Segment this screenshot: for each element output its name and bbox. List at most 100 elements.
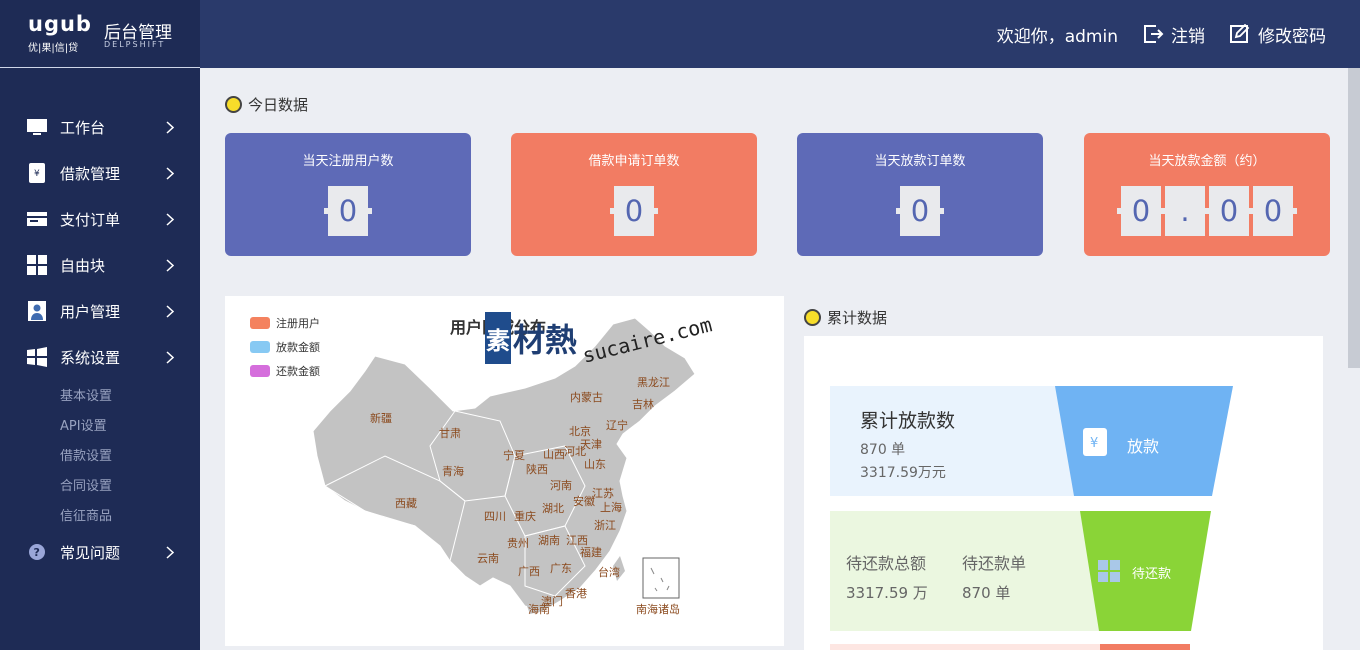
chevron-right-icon bbox=[166, 305, 174, 318]
chevron-right-icon bbox=[166, 546, 174, 559]
sidebar-item-payments[interactable]: 支付订单 bbox=[0, 201, 200, 237]
stat-card-disbursed-orders: 当天放款订单数 0 bbox=[797, 133, 1043, 256]
counter: 0 . 0 0 bbox=[1084, 186, 1330, 236]
help-icon: ? bbox=[29, 544, 45, 560]
sidebar-item-label: 自由块 bbox=[60, 257, 106, 275]
edit-icon bbox=[1230, 24, 1250, 43]
card-title: 当天放款订单数 bbox=[874, 154, 966, 169]
province-label: 香港 bbox=[565, 587, 587, 600]
counter: 0 bbox=[511, 186, 757, 236]
sidebar-item-settings[interactable]: 系统设置 bbox=[0, 339, 200, 375]
digit: . bbox=[1161, 186, 1209, 236]
welcome-text: 欢迎你，admin bbox=[996, 26, 1118, 47]
counter: 0 bbox=[797, 186, 1043, 236]
user-icon bbox=[28, 301, 46, 321]
province-label: 台湾 bbox=[598, 566, 620, 579]
repay-total-value: 3317.59 万 bbox=[846, 584, 928, 602]
stat-card-disbursed-amount: 当天放款金额（约） 0 . 0 0 bbox=[1084, 133, 1330, 256]
loan-total-amount: 3317.59万元 bbox=[860, 465, 946, 481]
sidebar-item-free-block[interactable]: 自由块 bbox=[0, 247, 200, 283]
sidebar-item-label: 借款管理 bbox=[60, 165, 121, 183]
province-label: 海南 bbox=[528, 603, 550, 616]
grid-icon bbox=[27, 255, 47, 275]
today-title: 今日数据 bbox=[248, 96, 309, 114]
province-label: 安徽 bbox=[573, 495, 595, 508]
province-label: 吉林 bbox=[632, 398, 654, 411]
repay-total-label: 待还款总额 bbox=[846, 554, 927, 573]
province-label: 湖南 bbox=[538, 534, 560, 547]
province-label: 浙江 bbox=[594, 519, 616, 532]
sidebar-item-label: 系统设置 bbox=[60, 349, 121, 367]
loan-total-count: 870 单 bbox=[860, 442, 906, 458]
sidebar-item-users[interactable]: 用户管理 bbox=[0, 293, 200, 329]
svg-text:¥: ¥ bbox=[34, 169, 40, 179]
province-label: 广西 bbox=[518, 565, 540, 578]
accum-section-title: 累计数据 bbox=[804, 307, 887, 328]
region-map-panel: 注册用户 放款金额 还款金额 黑龙江 内蒙古 吉林 新疆 辽宁 甘肃 北京 天津… bbox=[225, 296, 784, 646]
card-icon bbox=[27, 212, 47, 226]
logout-label: 注销 bbox=[1171, 26, 1205, 47]
province-label: 重庆 bbox=[514, 510, 536, 523]
logo-mark: ugub bbox=[28, 12, 92, 36]
sidebar-subitem-basic[interactable]: 基本设置 bbox=[60, 385, 112, 404]
top-bar: 欢迎你，admin 注销 修改密码 bbox=[0, 0, 1360, 68]
sidebar-subitem-loan-settings[interactable]: 借款设置 bbox=[60, 445, 112, 464]
province-label: 河南 bbox=[550, 479, 572, 492]
accum-panel: 累计放款数 870 单 3317.59万元 ¥ 放款 待还款总额 3317.59… bbox=[804, 336, 1323, 650]
svg-text:¥: ¥ bbox=[1090, 436, 1098, 451]
change-password-button[interactable]: 修改密码 bbox=[1229, 22, 1326, 47]
watermark-cn: 材熱 bbox=[513, 321, 578, 359]
sidebar-subitem-api[interactable]: API设置 bbox=[60, 415, 107, 434]
province-label: 陕西 bbox=[526, 463, 548, 476]
today-section-title: 今日数据 bbox=[225, 94, 308, 115]
logout-icon bbox=[1144, 25, 1164, 43]
logo[interactable]: ugub 优|果|信|贷 后台管理 DELPSHIFT bbox=[0, 0, 200, 68]
sidebar-item-workbench[interactable]: 工作台 bbox=[0, 109, 200, 145]
repay-count-label: 待还款单 bbox=[962, 554, 1027, 573]
watermark-box: 素 bbox=[485, 312, 511, 364]
card-title: 当天放款金额（约） bbox=[1148, 154, 1266, 169]
accum-title: 累计数据 bbox=[827, 309, 888, 327]
digit: 0 bbox=[610, 186, 658, 236]
province-label: 青海 bbox=[442, 465, 464, 478]
digit: 0 bbox=[1249, 186, 1297, 236]
province-label: 宁夏 bbox=[503, 449, 525, 462]
sidebar-subitem-contract[interactable]: 合同设置 bbox=[60, 475, 112, 494]
sidebar-subitem-credit-goods[interactable]: 信征商品 bbox=[60, 505, 112, 524]
province-label: 西藏 bbox=[395, 497, 417, 510]
receipt-icon: ¥ bbox=[29, 163, 45, 183]
svg-text:?: ? bbox=[34, 546, 40, 559]
monitor-icon bbox=[27, 119, 47, 135]
chevron-right-icon bbox=[166, 213, 174, 226]
digit: 0 bbox=[1205, 186, 1253, 236]
province-label: 贵州 bbox=[507, 537, 529, 550]
windows-icon bbox=[27, 347, 47, 367]
repay-tag[interactable]: 待还款 bbox=[1132, 563, 1171, 582]
bullet-icon bbox=[804, 309, 821, 326]
province-label: 河北 bbox=[564, 445, 586, 458]
sidebar-item-faq[interactable]: ? 常见问题 bbox=[0, 534, 200, 570]
province-label: 山东 bbox=[584, 458, 606, 471]
grid-icon bbox=[1098, 560, 1120, 582]
sidebar-item-label: 用户管理 bbox=[60, 303, 121, 321]
province-label: 甘肃 bbox=[439, 427, 461, 440]
chevron-right-icon bbox=[166, 121, 174, 134]
scrollbar-thumb[interactable] bbox=[1348, 68, 1360, 368]
province-label: 云南 bbox=[477, 552, 499, 565]
loan-tag[interactable]: 放款 bbox=[1127, 433, 1159, 457]
province-label: 四川 bbox=[484, 510, 506, 523]
scrollbar[interactable] bbox=[1348, 68, 1360, 650]
card-title: 当天注册用户数 bbox=[302, 154, 394, 169]
digit: 0 bbox=[324, 186, 372, 236]
app-subtitle: DELPSHIFT bbox=[104, 40, 166, 49]
stat-card-loan-applications: 借款申请订单数 0 bbox=[511, 133, 757, 256]
province-label: 山西 bbox=[543, 448, 565, 461]
watermark-en: sucaire.com bbox=[580, 312, 715, 368]
province-label: 辽宁 bbox=[606, 419, 628, 432]
loan-total-title: 累计放款数 bbox=[860, 410, 956, 432]
province-label: 广东 bbox=[550, 562, 572, 575]
logout-button[interactable]: 注销 bbox=[1142, 22, 1205, 47]
stat-card-registrations: 当天注册用户数 0 bbox=[225, 133, 471, 256]
bullet-icon bbox=[225, 96, 242, 113]
sidebar-item-loans[interactable]: ¥ 借款管理 bbox=[0, 155, 200, 191]
